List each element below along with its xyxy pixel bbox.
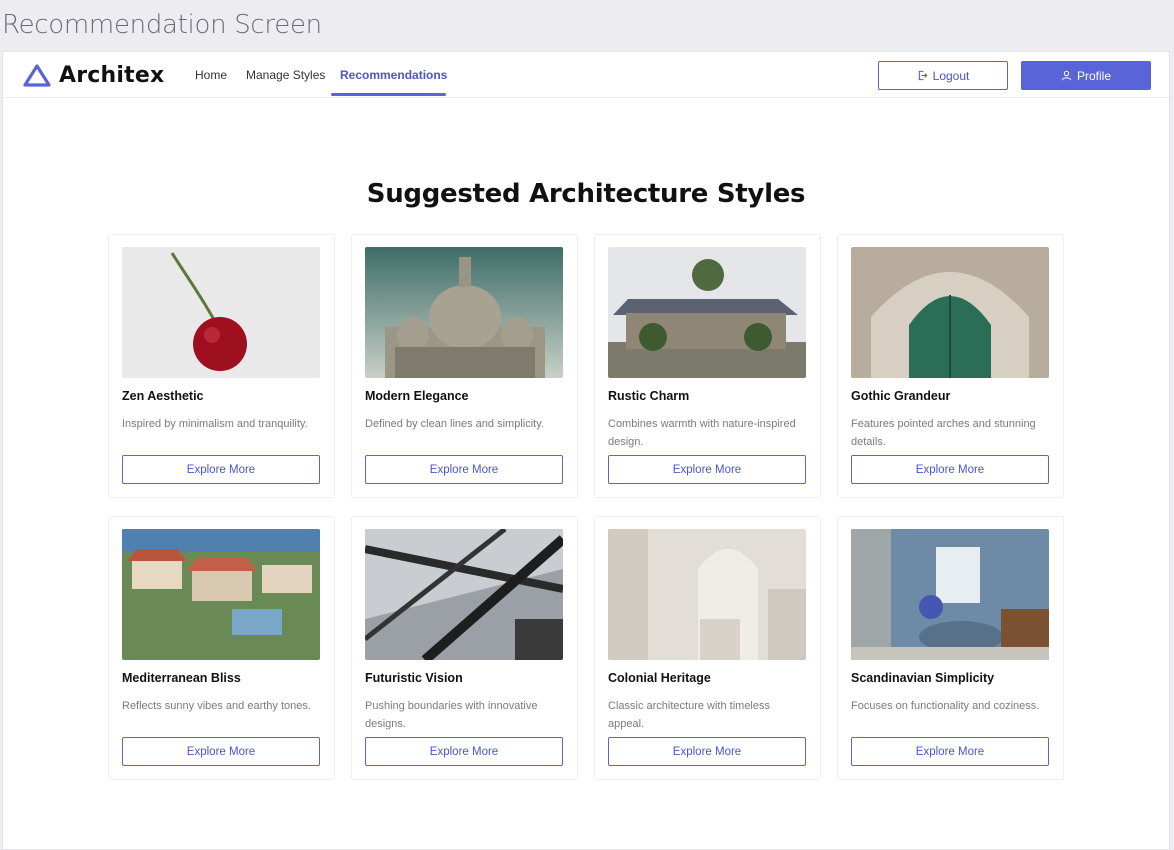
card-image-scandinavian: [851, 529, 1049, 660]
style-card: Mediterranean Bliss Reflects sunny vibes…: [108, 516, 335, 780]
card-title: Rustic Charm: [608, 389, 690, 403]
card-image-modern: [365, 247, 563, 378]
white-arch-image: [608, 529, 806, 660]
card-image-futuristic: [365, 529, 563, 660]
navbar: Architex Home Manage Styles Recommendati…: [3, 52, 1169, 98]
card-title: Gothic Grandeur: [851, 389, 951, 403]
explore-more-button[interactable]: Explore More: [365, 455, 563, 484]
profile-button[interactable]: Profile: [1021, 61, 1151, 90]
glass-atrium-image: [365, 529, 563, 660]
card-title: Colonial Heritage: [608, 671, 711, 685]
card-title: Futuristic Vision: [365, 671, 463, 685]
screen-label: Recommendation Screen: [2, 10, 322, 40]
card-title: Modern Elegance: [365, 389, 469, 403]
card-image-mediterranean: [122, 529, 320, 660]
style-card: Colonial Heritage Classic architecture w…: [594, 516, 821, 780]
card-image-rustic: [608, 247, 806, 378]
card-description: Pushing boundaries with innovative desig…: [365, 700, 538, 730]
cherry-image: [122, 247, 320, 378]
logout-icon: [918, 70, 927, 81]
card-description: Reflects sunny vibes and earthy tones.: [122, 700, 311, 712]
card-title: Scandinavian Simplicity: [851, 671, 995, 685]
card-description: Features pointed arches and stunning det…: [851, 418, 1036, 448]
active-tab-indicator: [331, 93, 446, 96]
style-card: Rustic Charm Combines warmth with nature…: [594, 234, 821, 498]
explore-more-button[interactable]: Explore More: [851, 455, 1049, 484]
gothic-arch-image: [851, 247, 1049, 378]
style-card: Futuristic Vision Pushing boundaries wit…: [351, 516, 578, 780]
card-image-colonial: [608, 529, 806, 660]
basilica-image: [365, 247, 563, 378]
page-title: Suggested Architecture Styles: [366, 179, 806, 209]
style-card: Scandinavian Simplicity Focuses on funct…: [837, 516, 1064, 780]
explore-more-button[interactable]: Explore More: [122, 455, 320, 484]
card-title: Zen Aesthetic: [122, 389, 204, 403]
card-description: Combines warmth with nature-inspired des…: [608, 418, 796, 448]
bathroom-image: [851, 529, 1049, 660]
user-icon: [1061, 70, 1072, 81]
explore-more-button[interactable]: Explore More: [365, 737, 563, 766]
coastal-town-image: [122, 529, 320, 660]
card-description: Classic architecture with timeless appea…: [608, 700, 770, 730]
card-image-zen: [122, 247, 320, 378]
nav-manage-styles[interactable]: Manage Styles: [246, 68, 325, 82]
app-frame: Architex Home Manage Styles Recommendati…: [2, 51, 1170, 850]
logout-label: Logout: [932, 68, 970, 83]
card-title: Mediterranean Bliss: [122, 671, 241, 685]
logout-button[interactable]: Logout: [878, 61, 1008, 90]
nav-home[interactable]: Home: [195, 68, 227, 82]
brand-name: Architex: [59, 63, 165, 88]
style-card: Zen Aesthetic Inspired by minimalism and…: [108, 234, 335, 498]
stone-house-image: [608, 247, 806, 378]
style-card: Gothic Grandeur Features pointed arches …: [837, 234, 1064, 498]
explore-more-button[interactable]: Explore More: [122, 737, 320, 766]
style-card: Modern Elegance Defined by clean lines a…: [351, 234, 578, 498]
brand[interactable]: Architex: [23, 63, 164, 88]
card-description: Defined by clean lines and simplicity.: [365, 418, 544, 430]
card-description: Inspired by minimalism and tranquility.: [122, 418, 308, 430]
explore-more-button[interactable]: Explore More: [608, 455, 806, 484]
card-image-gothic: [851, 247, 1049, 378]
explore-more-button[interactable]: Explore More: [851, 737, 1049, 766]
profile-label: Profile: [1076, 68, 1111, 83]
explore-more-button[interactable]: Explore More: [608, 737, 806, 766]
card-description: Focuses on functionality and coziness.: [851, 700, 1040, 712]
nav-recommendations[interactable]: Recommendations: [340, 68, 447, 82]
triangle-logo-icon: [23, 63, 51, 87]
